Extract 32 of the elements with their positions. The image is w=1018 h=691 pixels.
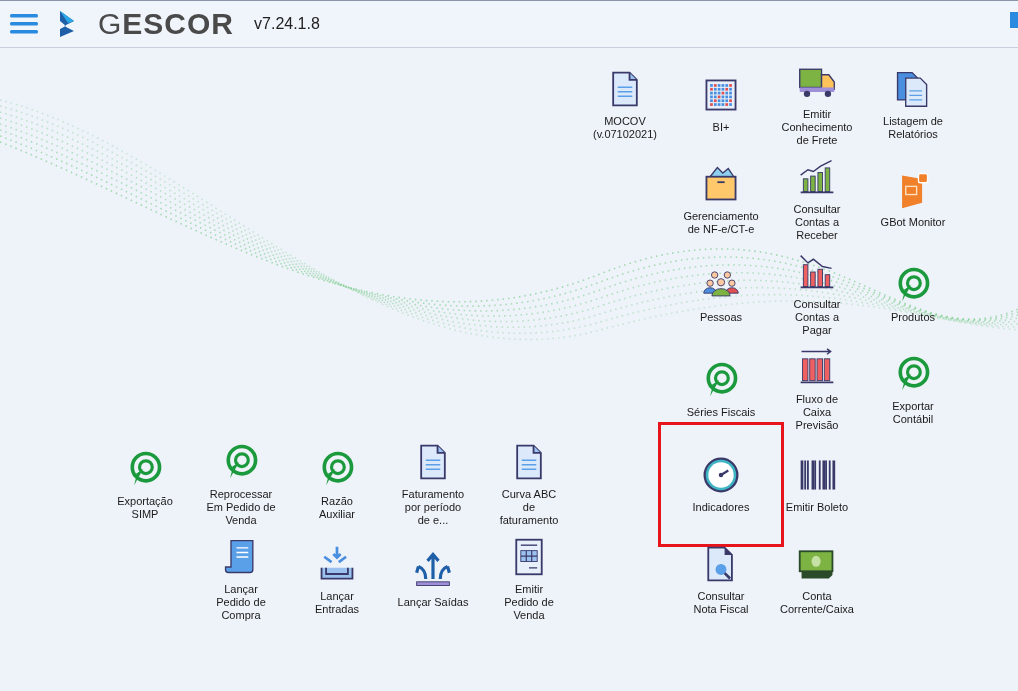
shortcut-tile[interactable]: Emitir Boleto bbox=[769, 437, 865, 532]
gauge-icon bbox=[701, 455, 741, 495]
app-logo: GESCOR bbox=[98, 7, 235, 41]
shortcut-tile[interactable]: Lançar Saídas bbox=[385, 532, 481, 627]
shortcut-tile[interactable]: Reprocessar Em Pedido de Venda bbox=[193, 437, 289, 532]
shortcut-tile[interactable]: Consultar Nota Fiscal bbox=[673, 532, 769, 627]
shortcut-tile[interactable]: Listagem de Relatórios bbox=[865, 57, 961, 152]
shortcut-tile[interactable]: Exportar Contábil bbox=[865, 342, 961, 437]
shortcut-tile[interactable]: Gerenciamento de NF-e/CT-e bbox=[673, 152, 769, 247]
shortcut-tile[interactable]: GBot Monitor bbox=[865, 152, 961, 247]
shortcut-tile[interactable]: Exportação SIMP bbox=[97, 437, 193, 532]
shortcut-tile[interactable]: Pessoas bbox=[673, 247, 769, 342]
shortcut-tile[interactable]: Fluxo de Caixa Previsão bbox=[769, 342, 865, 437]
shortcut-tile[interactable]: Curva ABC de faturamento bbox=[481, 437, 577, 532]
edge-tab-icon bbox=[1010, 12, 1018, 28]
shortcut-tile[interactable]: Séries Fiscais bbox=[673, 342, 769, 437]
shortcut-tile[interactable]: Indicadores bbox=[673, 437, 769, 532]
shortcut-tile[interactable]: Lançar Pedido de Compra bbox=[193, 532, 289, 627]
shortcut-tile[interactable]: Emitir Pedido de Venda bbox=[481, 532, 577, 627]
shortcut-tile[interactable]: Consultar Contas a Receber bbox=[769, 152, 865, 247]
shortcut-tile[interactable]: Conta Corrente/Caixa bbox=[769, 532, 865, 627]
shortcut-tile[interactable]: Lançar Entradas bbox=[289, 532, 385, 627]
shortcut-tile[interactable]: MOCOV (v.07102021) bbox=[577, 57, 673, 152]
version-label: v7.24.1.8 bbox=[254, 15, 320, 33]
shortcut-tile[interactable]: Faturamento por período de e... bbox=[385, 437, 481, 532]
shortcut-tile[interactable]: BI+ bbox=[673, 57, 769, 152]
shortcut-tile[interactable]: Emitir Conhecimento de Frete bbox=[769, 57, 865, 152]
shortcut-tile[interactable]: Consultar Contas a Pagar bbox=[769, 247, 865, 342]
logo-icon bbox=[58, 9, 76, 39]
shortcut-tile[interactable]: Produtos bbox=[865, 247, 961, 342]
shortcut-tile[interactable]: Razão Auxiliar bbox=[289, 437, 385, 532]
menu-icon[interactable] bbox=[10, 13, 38, 35]
